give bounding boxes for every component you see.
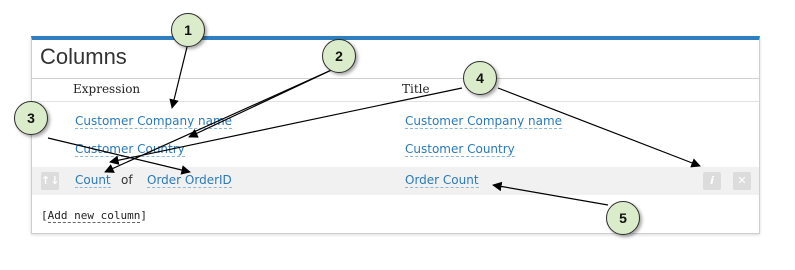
- callout-arrows: [47, 46, 701, 206]
- callout-1: 1: [171, 13, 205, 47]
- arrow-4b: [497, 87, 701, 168]
- callout-4: 4: [463, 61, 497, 95]
- callout-5: 5: [606, 201, 640, 235]
- callout-2: 2: [322, 39, 356, 73]
- arrow-5: [492, 181, 609, 206]
- callout-3: 3: [14, 101, 48, 135]
- arrow-1: [169, 46, 188, 109]
- arrow-4: [109, 87, 463, 165]
